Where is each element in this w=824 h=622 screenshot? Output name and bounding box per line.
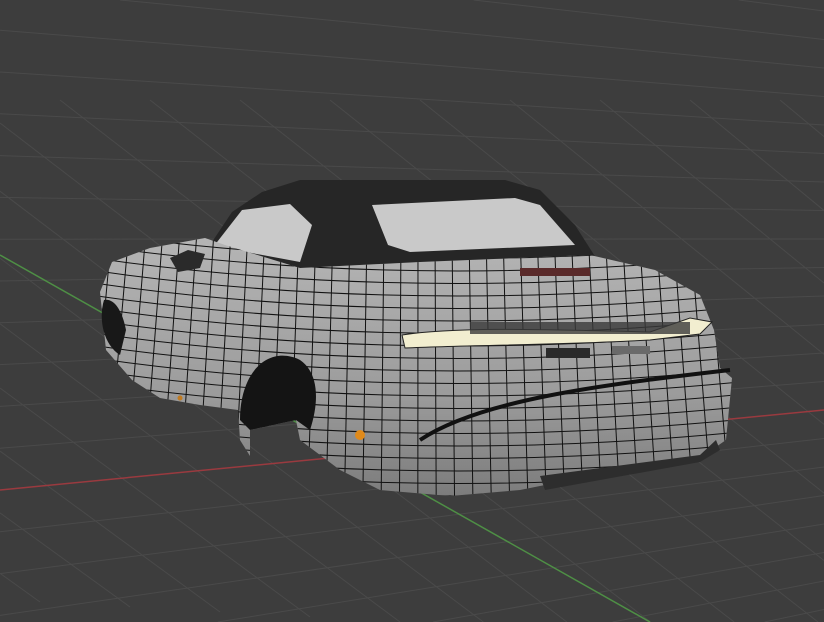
grid-line <box>433 552 824 622</box>
grid-line <box>473 0 824 40</box>
grid-line <box>0 113 824 154</box>
wire-edge <box>723 238 732 496</box>
third-brake-light <box>520 268 590 276</box>
grid-line <box>120 0 824 69</box>
grid-line <box>0 29 824 97</box>
car-body <box>100 238 732 496</box>
grid-line <box>0 512 131 608</box>
model-badge-right <box>612 346 650 354</box>
grid-line <box>217 523 824 622</box>
grid-line <box>599 99 824 284</box>
side-marker-light <box>355 430 365 440</box>
grid-line <box>0 495 824 616</box>
grid-line <box>0 71 824 126</box>
3d-viewport[interactable] <box>0 0 824 622</box>
grid-line <box>0 572 41 603</box>
rear-lettering-strip <box>470 322 690 334</box>
wire-edge <box>758 230 785 500</box>
viewport-canvas[interactable] <box>0 0 824 622</box>
grid-line <box>0 450 221 613</box>
grid-line <box>779 99 824 137</box>
wire-edge <box>69 230 95 500</box>
wire-edge <box>741 230 767 500</box>
grid-line <box>0 155 824 183</box>
car-model[interactable] <box>69 180 785 508</box>
grid-line <box>689 99 824 211</box>
model-badge-left <box>546 348 590 358</box>
wire-edge <box>100 238 113 496</box>
grid-line <box>738 0 824 12</box>
front-marker-light <box>177 395 183 401</box>
